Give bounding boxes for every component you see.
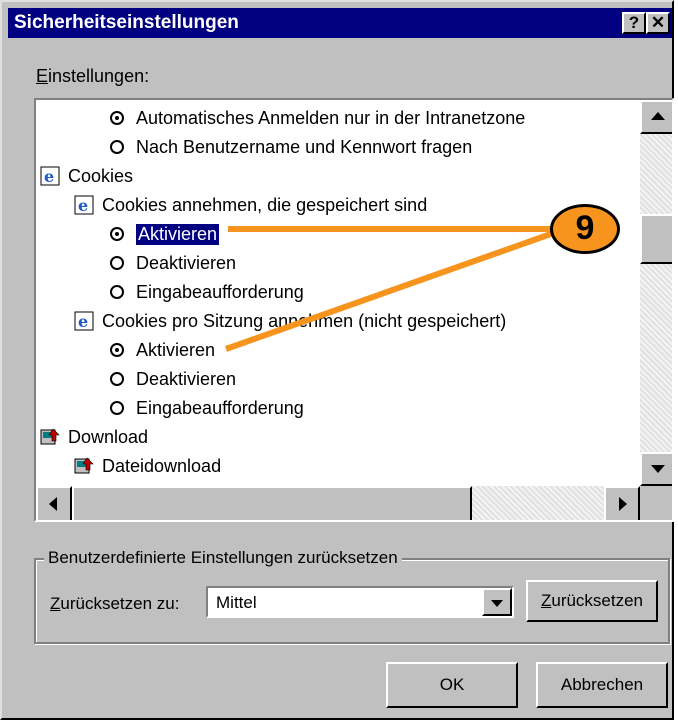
vertical-scrollbar[interactable] xyxy=(640,100,672,486)
list-item[interactable]: Eingabeaufforderung xyxy=(110,394,304,422)
callout-badge: 9 xyxy=(550,204,620,254)
reset-to-label: Zurücksetzen zu: xyxy=(50,594,180,613)
cancel-button[interactable]: Abbrechen xyxy=(536,662,668,708)
arrow-right-icon xyxy=(619,497,627,511)
list-item-label: Nach Benutzername und Kennwort fragen xyxy=(136,136,473,157)
reset-to-label-rest: urücksetzen zu: xyxy=(60,594,180,613)
radio-checked-icon[interactable] xyxy=(110,227,124,241)
list-item[interactable]: e Cookies xyxy=(40,162,133,190)
hscroll-thumb[interactable] xyxy=(72,486,472,520)
download-icon xyxy=(74,456,94,476)
radio-checked-icon[interactable] xyxy=(110,111,124,125)
window-title: Sicherheitseinstellungen xyxy=(14,12,239,33)
list-item[interactable]: Nach Benutzername und Kennwort fragen xyxy=(110,133,472,161)
reset-group-title: Benutzerdefinierte Einstellungen zurücks… xyxy=(44,548,402,568)
scroll-up-button[interactable] xyxy=(640,100,672,134)
ok-button[interactable]: OK xyxy=(386,662,518,708)
list-item[interactable]: e Cookies annehmen, die gespeichert sind xyxy=(74,191,427,219)
list-item[interactable]: Deaktivieren xyxy=(110,249,236,277)
list-item-label: Deaktivieren xyxy=(136,252,237,273)
ie-icon: e xyxy=(40,166,60,186)
list-item[interactable]: Eingabeaufforderung xyxy=(110,278,304,306)
list-item-label: Aktivieren xyxy=(136,339,216,360)
list-item[interactable]: Deaktivieren xyxy=(110,365,236,393)
ie-icon: e xyxy=(74,311,94,331)
svg-text:e: e xyxy=(78,196,88,215)
list-item-label: Eingabeaufforderung xyxy=(136,397,304,418)
scroll-right-button[interactable] xyxy=(604,486,640,520)
scrollbar-corner xyxy=(640,486,672,520)
arrow-down-icon xyxy=(651,465,665,473)
arrow-up-icon xyxy=(651,112,665,120)
radio-unchecked-icon[interactable] xyxy=(110,401,124,415)
list-item[interactable]: Automatisches Anmelden nur in der Intran… xyxy=(110,104,525,132)
radio-unchecked-icon[interactable] xyxy=(110,140,124,154)
arrow-left-icon xyxy=(49,497,57,511)
security-settings-dialog: Sicherheitseinstellungen ? ✕ Einstellung… xyxy=(0,0,674,720)
reset-button-rest: urücksetzen xyxy=(551,591,644,610)
settings-label: Einstellungen: xyxy=(36,66,150,86)
ie-icon: e xyxy=(74,195,94,215)
scroll-thumb[interactable] xyxy=(640,214,672,264)
settings-label-rest: instellungen: xyxy=(48,66,150,86)
horizontal-scrollbar[interactable] xyxy=(36,486,640,520)
list-item-label: Aktivieren xyxy=(134,222,221,246)
reset-button[interactable]: Zurücksetzen xyxy=(526,580,658,622)
list-item-label: Cookies xyxy=(68,165,134,186)
list-item[interactable]: Aktivieren xyxy=(110,336,215,364)
chevron-down-icon xyxy=(491,600,503,607)
svg-text:e: e xyxy=(44,167,54,186)
list-item-label: Eingabeaufforderung xyxy=(136,281,304,302)
list-item-label: Automatisches Anmelden nur in der Intran… xyxy=(136,107,526,128)
radio-unchecked-icon[interactable] xyxy=(110,256,124,270)
list-item-label: Cookies annehmen, die gespeichert sind xyxy=(102,194,428,215)
title-bar: Sicherheitseinstellungen ? ✕ xyxy=(8,8,672,38)
download-icon xyxy=(40,427,60,447)
list-item[interactable]: Aktivieren xyxy=(110,220,221,248)
list-item-label: Download xyxy=(68,426,149,447)
radio-unchecked-icon[interactable] xyxy=(110,372,124,386)
settings-tree-list[interactable]: Automatisches Anmelden nur in der Intran… xyxy=(34,98,674,522)
settings-tree-items: Automatisches Anmelden nur in der Intran… xyxy=(36,100,636,486)
callout-line-1 xyxy=(228,226,554,232)
list-item[interactable]: eCookies pro Sitzung annehmen (nicht ges… xyxy=(74,307,506,335)
help-button[interactable]: ? xyxy=(622,12,646,34)
scroll-left-button[interactable] xyxy=(36,486,72,520)
svg-text:e: e xyxy=(78,312,88,331)
list-item-label: Deaktivieren xyxy=(136,368,237,389)
scroll-down-button[interactable] xyxy=(640,452,672,486)
list-item[interactable]: Download xyxy=(40,423,148,451)
combo-dropdown-button[interactable] xyxy=(482,588,512,616)
radio-checked-icon[interactable] xyxy=(110,343,124,357)
list-item-label: Dateidownload xyxy=(102,455,222,476)
list-item[interactable]: Dateidownload xyxy=(74,452,221,480)
reset-level-combo[interactable]: Mittel xyxy=(206,586,514,618)
reset-level-value: Mittel xyxy=(216,593,257,612)
close-button[interactable]: ✕ xyxy=(646,12,670,34)
radio-unchecked-icon[interactable] xyxy=(110,285,124,299)
